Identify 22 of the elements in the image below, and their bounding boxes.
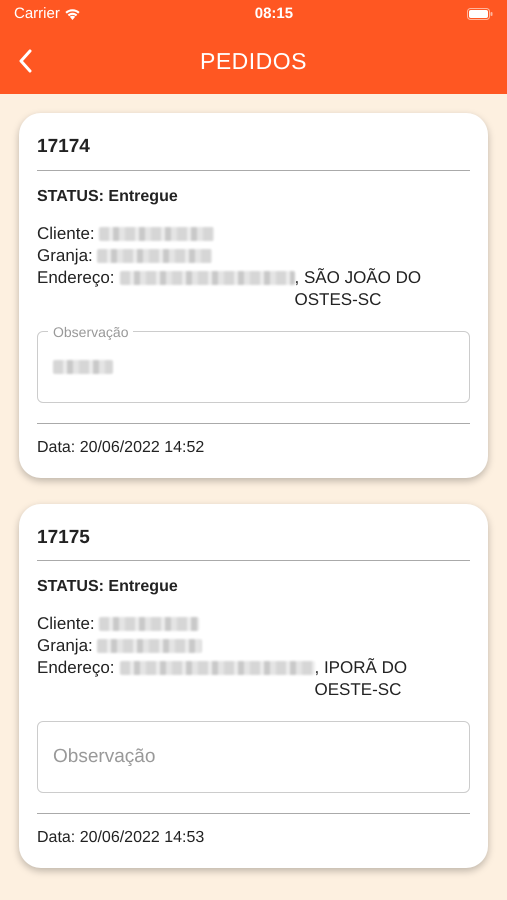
field-label: Cliente: [37, 224, 95, 242]
field-label: Granja: [37, 246, 93, 264]
address-text: , IPORÃ DO OESTE-SC [314, 657, 408, 701]
page-title: PEDIDOS [200, 46, 308, 76]
placeholder-text: Observação [53, 744, 156, 769]
carrier-text: Carrier [14, 4, 60, 24]
address-text: , SÃO JOÃO DO OSTES-SC [294, 266, 422, 310]
order-date: Data: 20/06/2022 14:52 [37, 422, 470, 460]
field-label: Endereço: [37, 266, 114, 288]
wifi-icon [64, 8, 81, 20]
order-number: 17174 [37, 133, 470, 170]
status-text: STATUS: Entregue [37, 577, 179, 597]
battery-icon [467, 8, 493, 20]
field-label: Endereço: [37, 657, 114, 679]
observation-field[interactable]: Observação [37, 721, 470, 793]
field-label: Granja: [37, 636, 93, 655]
clock-text: 08:15 [254, 4, 294, 24]
status-text: STATUS: Entregue [37, 186, 179, 206]
back-icon [18, 49, 32, 73]
order-number: 17175 [37, 524, 470, 561]
order-date: Data: 20/06/2022 14:53 [37, 813, 470, 850]
field-label: Cliente: [37, 614, 95, 633]
